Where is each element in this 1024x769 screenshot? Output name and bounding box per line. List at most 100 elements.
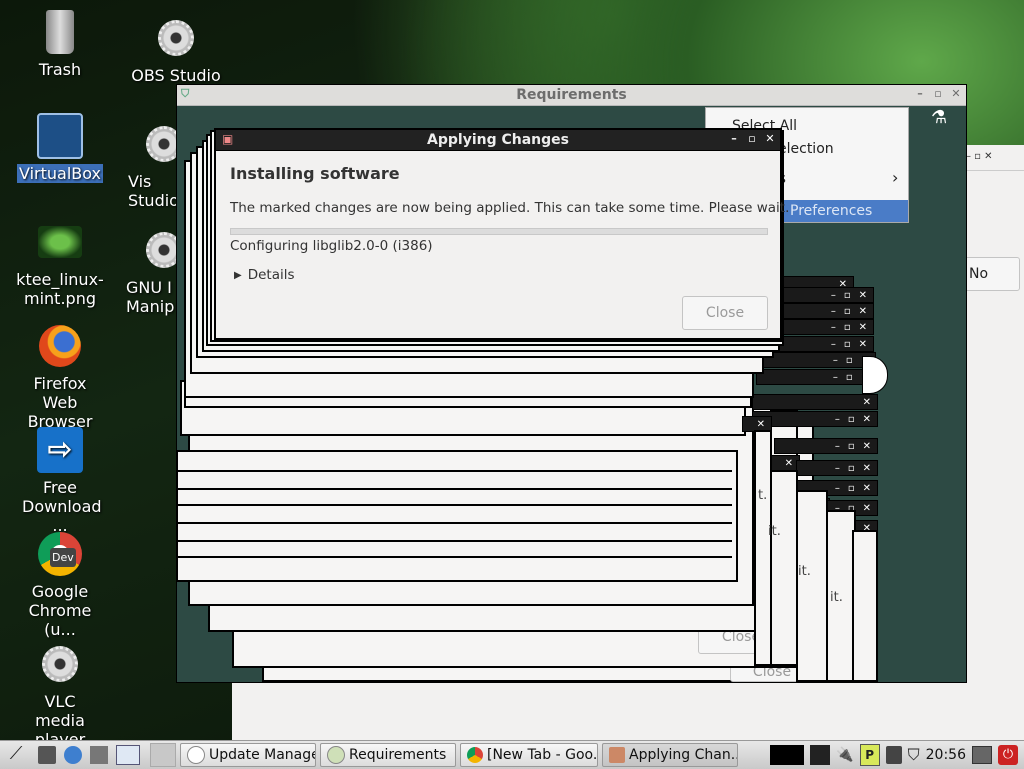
window-controls: – ▫ ✕ bbox=[728, 132, 776, 145]
cpu-graph-icon bbox=[770, 745, 805, 765]
flask-icon: ⚗ bbox=[931, 107, 948, 128]
chevron-right-icon: › bbox=[892, 168, 899, 187]
desktop-icon-label: OBS Studio bbox=[131, 66, 221, 85]
ghost-text: it. bbox=[830, 590, 843, 605]
background-window-titlebar: – ▫ ✕ bbox=[962, 145, 1024, 171]
minimize-icon[interactable]: – bbox=[728, 132, 740, 145]
ghost-text: it. bbox=[768, 524, 781, 539]
package-icon bbox=[609, 747, 625, 763]
desktop-icon-label: VirtualBox bbox=[16, 164, 104, 183]
app-shield-icon: ⛉ bbox=[181, 87, 190, 100]
desktop-icon-vlc[interactable]: VLC media player bbox=[4, 640, 116, 749]
requirements-title: Requirements bbox=[516, 87, 627, 103]
task-label: Update Manager bbox=[209, 747, 316, 763]
clipboard-icon[interactable] bbox=[885, 746, 902, 764]
close-button[interactable]: Close bbox=[682, 296, 768, 330]
desktop-icon-gimp[interactable]: GNU I Manip bbox=[120, 226, 180, 316]
plug-icon[interactable]: 🔌 bbox=[836, 747, 853, 763]
dialog-title: Applying Changes bbox=[427, 132, 569, 148]
files-launcher-icon[interactable] bbox=[90, 746, 108, 764]
gear-icon bbox=[36, 640, 84, 688]
progress-bar bbox=[230, 228, 768, 235]
minimize-icon[interactable]: – bbox=[914, 87, 926, 100]
desktop-icon-obs[interactable]: OBS Studio bbox=[120, 14, 232, 85]
ghost-titlebar: –▫✕ bbox=[782, 287, 874, 303]
ghost-titlebar: ✕ bbox=[752, 394, 878, 410]
task-label: [New Tab - Goo... bbox=[487, 747, 598, 763]
desktop-icon-label: Firefox Web Browser bbox=[27, 374, 93, 431]
gear-icon bbox=[140, 226, 180, 274]
package-icon: ▣ bbox=[222, 132, 234, 146]
shield-icon bbox=[327, 746, 345, 764]
desktop-icon-google-chrome[interactable]: Dev Google Chrome (u... bbox=[4, 530, 116, 639]
ghost-titlebar: –▫✕ bbox=[770, 336, 874, 352]
status-text: Configuring libglib2.0-0 (i386) bbox=[230, 238, 433, 254]
close-icon[interactable]: ✕ bbox=[764, 132, 776, 145]
maximize-icon[interactable]: ▫ bbox=[746, 132, 758, 145]
firefox-icon bbox=[36, 322, 84, 370]
window-launcher-icon[interactable] bbox=[116, 745, 140, 765]
spacer-block bbox=[150, 743, 176, 767]
desktop-icon-label: Vis Studio bbox=[128, 172, 179, 210]
menu-item-selection[interactable]: election bbox=[778, 141, 834, 157]
background-window-body bbox=[232, 682, 962, 740]
desktop-icon-label: ktee_linux-mint.png bbox=[16, 270, 104, 308]
monitor-icon[interactable] bbox=[972, 746, 992, 764]
browser-launcher-icon[interactable] bbox=[64, 746, 82, 764]
desktop-icon-free-download-manager[interactable]: ⇨ Free Download ... bbox=[4, 426, 116, 535]
task-requirements[interactable]: Requirements bbox=[320, 743, 456, 767]
applying-changes-titlebar: ▣ Applying Changes – ▫ ✕ bbox=[216, 130, 780, 151]
p-icon[interactable]: P bbox=[859, 744, 880, 766]
task-update-manager[interactable]: Update Manager bbox=[180, 743, 316, 767]
dev-badge: Dev bbox=[50, 548, 76, 567]
ghost-text: t. bbox=[758, 488, 768, 503]
details-expander[interactable]: ▶ Details bbox=[234, 267, 295, 283]
menu-icon[interactable]: ⟋ bbox=[2, 743, 30, 767]
no-button[interactable]: No bbox=[964, 257, 1020, 291]
ghost-titlebar: –▫✕ bbox=[796, 460, 878, 476]
ghost-line bbox=[178, 556, 732, 558]
shield-tray-icon[interactable]: ⛉ bbox=[908, 745, 920, 765]
download-manager-icon: ⇨ bbox=[36, 426, 84, 474]
task-new-tab[interactable]: [New Tab - Goo... bbox=[460, 743, 598, 767]
ghost-titlebar: –▫✕ bbox=[782, 319, 874, 335]
task-label: Applying Chan... bbox=[629, 747, 738, 763]
desktop-icon-ktee-image[interactable]: ktee_linux-mint.png bbox=[4, 218, 116, 308]
taskbar: ⟋ Update Manager Requirements [New Tab -… bbox=[0, 740, 1024, 769]
ghost-line bbox=[178, 540, 732, 542]
ghost-line bbox=[178, 488, 732, 490]
desktop-icon-firefox[interactable]: Firefox Web Browser bbox=[4, 322, 116, 431]
desktop-icon-label: Free Download ... bbox=[22, 478, 102, 535]
network-graph-icon bbox=[810, 745, 831, 765]
close-icon[interactable]: ✕ bbox=[950, 87, 962, 100]
details-label: Details bbox=[247, 267, 295, 283]
image-file-icon bbox=[36, 218, 84, 266]
ghost-line bbox=[178, 504, 732, 506]
desktop-icon-label: Google Chrome (u... bbox=[28, 582, 92, 639]
ghost-line bbox=[178, 470, 732, 472]
ghost-line bbox=[178, 522, 732, 524]
triangle-right-icon: ▶ bbox=[234, 269, 242, 281]
desktop-icon-visual-studio[interactable]: Vis Studio bbox=[120, 120, 180, 210]
shield-icon bbox=[187, 746, 205, 764]
maximize-icon[interactable]: ▫ bbox=[932, 87, 944, 100]
virtualbox-icon bbox=[36, 112, 84, 160]
ghost-titlebar: –▫✕ bbox=[774, 438, 878, 454]
ghost-titlebar: –▫✕ bbox=[760, 352, 876, 368]
applying-changes-dialog: ▣ Applying Changes – ▫ ✕ Installing soft… bbox=[214, 128, 789, 340]
chrome-icon bbox=[467, 747, 483, 763]
show-desktop-icon[interactable] bbox=[38, 746, 56, 764]
window-controls: – ▫ ✕ bbox=[914, 87, 962, 100]
task-applying-changes[interactable]: Applying Chan... bbox=[602, 743, 738, 767]
system-tray: 🔌 P ⛉ 20:56 ⏻ bbox=[770, 741, 1024, 769]
clock[interactable]: 20:56 bbox=[926, 747, 966, 763]
power-icon[interactable]: ⏻ bbox=[998, 745, 1018, 765]
trash-icon bbox=[36, 8, 84, 56]
desktop-icon-trash[interactable]: Trash bbox=[4, 8, 116, 79]
dialog-message: The marked changes are now being applied… bbox=[230, 200, 790, 216]
ghost-text: it. bbox=[798, 564, 811, 579]
chrome-dev-icon: Dev bbox=[36, 530, 84, 578]
ghost-titlebar: –▫✕ bbox=[756, 369, 876, 385]
task-label: Requirements bbox=[349, 747, 447, 763]
desktop-icon-virtualbox[interactable]: VirtualBox bbox=[4, 112, 116, 183]
